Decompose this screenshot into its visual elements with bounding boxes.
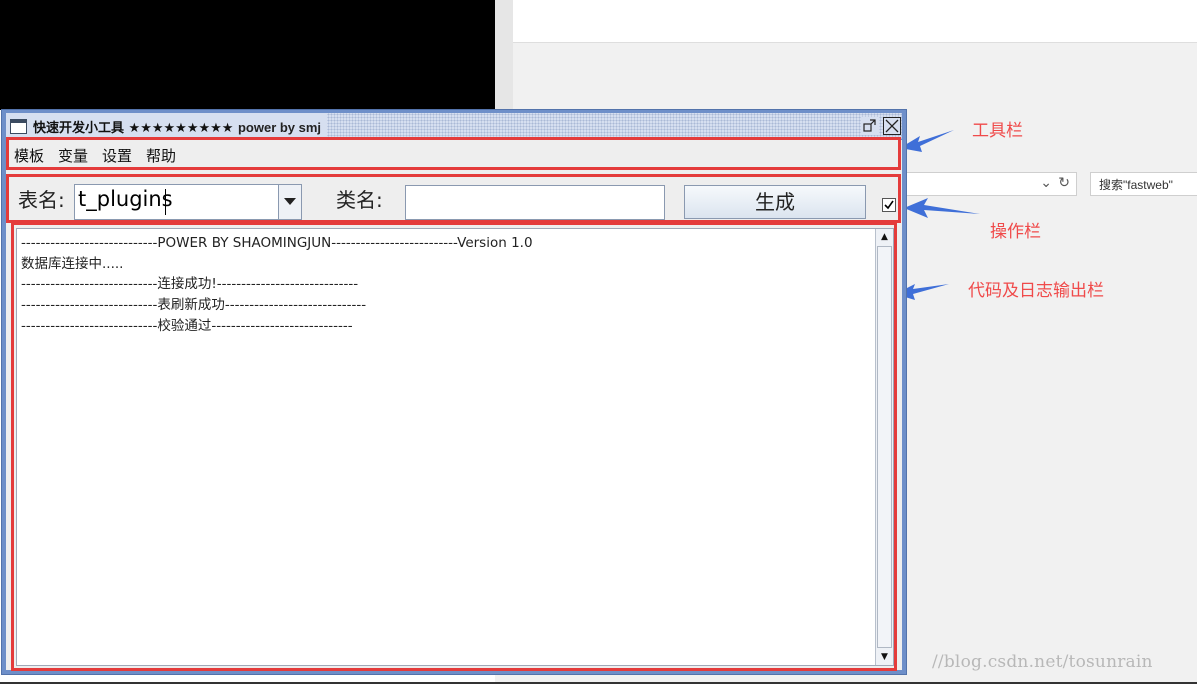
chevron-down-icon[interactable]: ⌄: [1040, 175, 1052, 191]
desktop-background: [0, 0, 495, 110]
restore-button[interactable]: [861, 117, 879, 135]
close-button[interactable]: [883, 117, 901, 135]
restore-icon: [863, 119, 876, 132]
highlight-box-toolbar: [6, 137, 901, 170]
refresh-icon[interactable]: ↻: [1058, 175, 1070, 191]
arrow-icon-toolbar: [900, 130, 954, 152]
annotation-ops: 操作栏: [990, 222, 1041, 242]
annotation-toolbar: 工具栏: [972, 121, 1023, 141]
browser-search-box[interactable]: 搜索"fastweb": [1090, 172, 1197, 196]
highlight-box-log: [11, 222, 897, 671]
arrow-icon-ops: [904, 198, 980, 218]
title-area: 快速开发小工具 ★★★★★★★★★ power by smj: [6, 113, 328, 139]
window-icon: [10, 118, 27, 134]
close-icon: [885, 119, 899, 133]
browser-edge: [495, 0, 513, 110]
window-title: 快速开发小工具 ★★★★★★★★★ power by smj: [33, 119, 322, 136]
watermark: //blog.csdn.net/tosunrain: [932, 652, 1153, 672]
annotation-log: 代码及日志输出栏: [968, 281, 1104, 301]
title-bar[interactable]: 快速开发小工具 ★★★★★★★★★ power by smj: [6, 113, 902, 139]
highlight-box-ops: [6, 174, 901, 223]
browser-address-bar[interactable]: ⌄ ↻: [905, 172, 1077, 196]
browser-top-area: [513, 0, 1197, 43]
